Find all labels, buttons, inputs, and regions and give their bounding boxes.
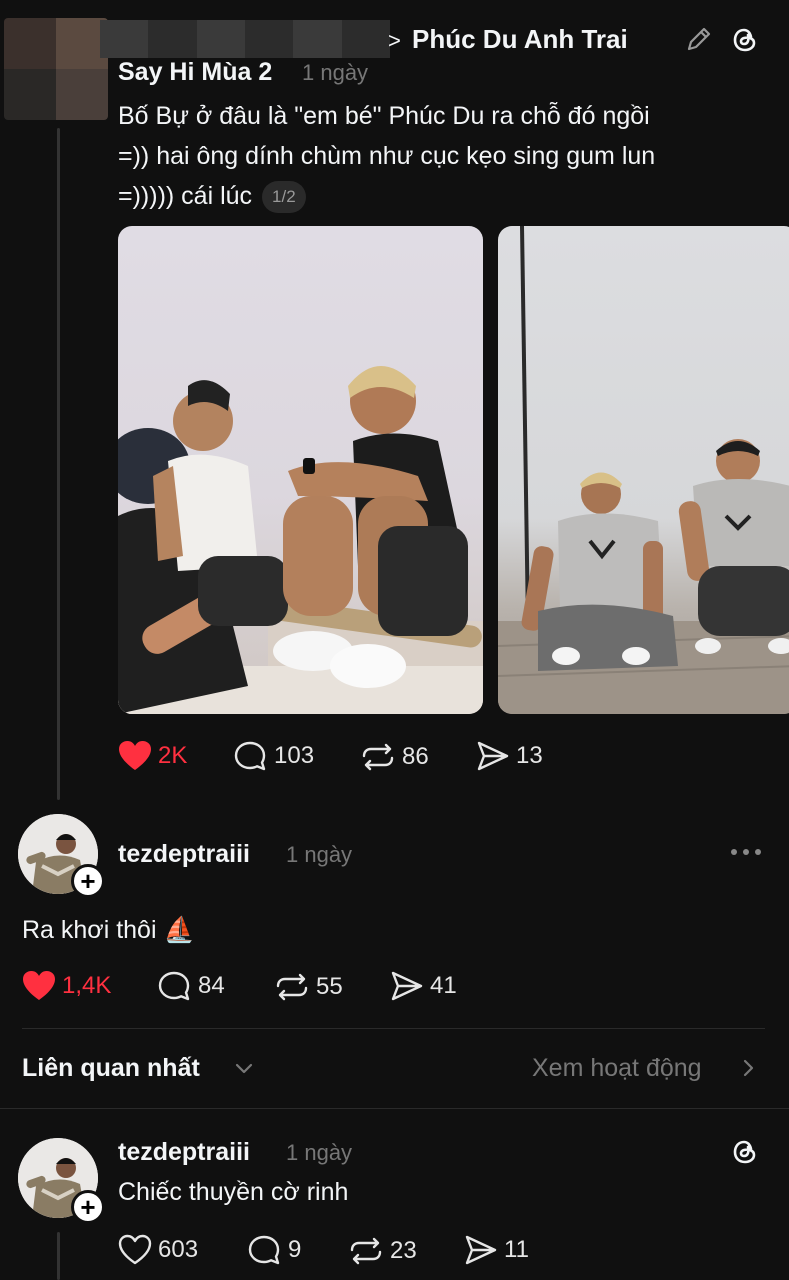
like-count: 603 [158, 1236, 199, 1263]
send-icon [465, 1235, 497, 1265]
repost-icon [350, 1237, 382, 1265]
post-photo-2[interactable] [498, 226, 789, 714]
more-options-icon[interactable] [728, 840, 764, 864]
repost-button[interactable]: 86 [360, 740, 429, 774]
threads-logo-icon[interactable] [729, 1136, 761, 1168]
follow-plus-button[interactable]: + [71, 1190, 105, 1224]
blurred-avatar[interactable] [4, 18, 108, 120]
repost-icon [276, 973, 308, 1001]
share-button[interactable]: 11 [464, 1234, 529, 1266]
threads-logo-icon[interactable] [729, 24, 761, 56]
post-text-line-1: Bố Bự ở đâu là "em bé" Phúc Du ra chỗ đó… [118, 102, 650, 130]
chevron-down-icon[interactable] [232, 1056, 256, 1080]
reply-count: 103 [274, 742, 315, 769]
send-icon [391, 971, 423, 1001]
like-button[interactable]: 2K [118, 740, 187, 772]
chevron-right-icon[interactable] [738, 1056, 760, 1080]
repost-count: 23 [390, 1237, 417, 1264]
breadcrumb-separator-icon: > [388, 28, 401, 53]
heart-outline-icon [118, 1234, 152, 1265]
view-activity-link[interactable]: Xem hoạt động [532, 1054, 702, 1083]
reply-count: 9 [288, 1236, 302, 1263]
divider [22, 1028, 765, 1029]
heart-filled-icon [23, 971, 55, 1000]
like-button[interactable]: 1,4K [22, 970, 111, 1002]
repost-button[interactable]: 55 [274, 970, 343, 1004]
photo-1-illustration [118, 366, 483, 714]
repost-icon [362, 743, 394, 771]
share-button[interactable]: 13 [476, 740, 543, 772]
reply-body-text: Chiếc thuyền cờ rinh [118, 1178, 349, 1206]
edit-pencil-icon[interactable] [684, 24, 714, 54]
post-text-line-2: =)) hai ông dính chùm như cục kẹo sing g… [118, 142, 656, 170]
heart-filled-icon [119, 741, 151, 770]
comment-bubble-icon [158, 971, 190, 1001]
reply-button[interactable]: 9 [248, 1234, 301, 1266]
follow-plus-button[interactable]: + [71, 864, 105, 898]
share-count: 13 [516, 742, 543, 769]
reply-button[interactable]: 84 [158, 970, 225, 1002]
post-text-line-3-text: =))))) cái lúc [118, 182, 253, 210]
thread-connector-line [57, 1232, 60, 1280]
post-text-line-3: =))))) cái lúc 1/2 [118, 176, 768, 216]
post-body-text: Bố Bự ở đâu là "em bé" Phúc Du ra chỗ đó… [118, 96, 768, 216]
reply-count: 84 [198, 972, 225, 999]
share-button[interactable]: 41 [390, 970, 457, 1002]
reply-username[interactable]: tezdeptraiii [118, 1138, 250, 1167]
post-photo-1[interactable] [118, 226, 483, 714]
divider [0, 1108, 789, 1109]
repost-count: 86 [402, 743, 429, 770]
breadcrumb-title[interactable]: Phúc Du Anh Trai [412, 24, 628, 55]
like-count: 2K [158, 742, 188, 769]
post-timestamp: 1 ngày [302, 60, 369, 85]
post-author-name[interactable]: Say Hi Mùa 2 [118, 58, 272, 87]
page-indicator-badge: 1/2 [262, 181, 306, 214]
sort-dropdown-label[interactable]: Liên quan nhất [22, 1054, 200, 1083]
share-count: 41 [430, 972, 457, 999]
reply-button[interactable]: 103 [234, 740, 314, 772]
reply-timestamp: 1 ngày [286, 1140, 353, 1165]
like-button[interactable]: 603 [118, 1234, 198, 1266]
blurred-username [100, 20, 390, 58]
repost-button[interactable]: 23 [348, 1234, 417, 1268]
comment-bubble-icon [248, 1235, 280, 1265]
comment-bubble-icon [234, 741, 266, 771]
reply-body-text: Ra khơi thôi ⛵ [22, 916, 195, 944]
reply-username[interactable]: tezdeptraiii [118, 840, 250, 869]
send-icon [477, 741, 509, 771]
share-count: 11 [504, 1236, 529, 1263]
like-count: 1,4K [62, 972, 112, 999]
photo-2-illustration [498, 226, 789, 714]
repost-count: 55 [316, 973, 343, 1000]
reply-timestamp: 1 ngày [286, 842, 353, 867]
thread-connector-line [57, 128, 60, 800]
